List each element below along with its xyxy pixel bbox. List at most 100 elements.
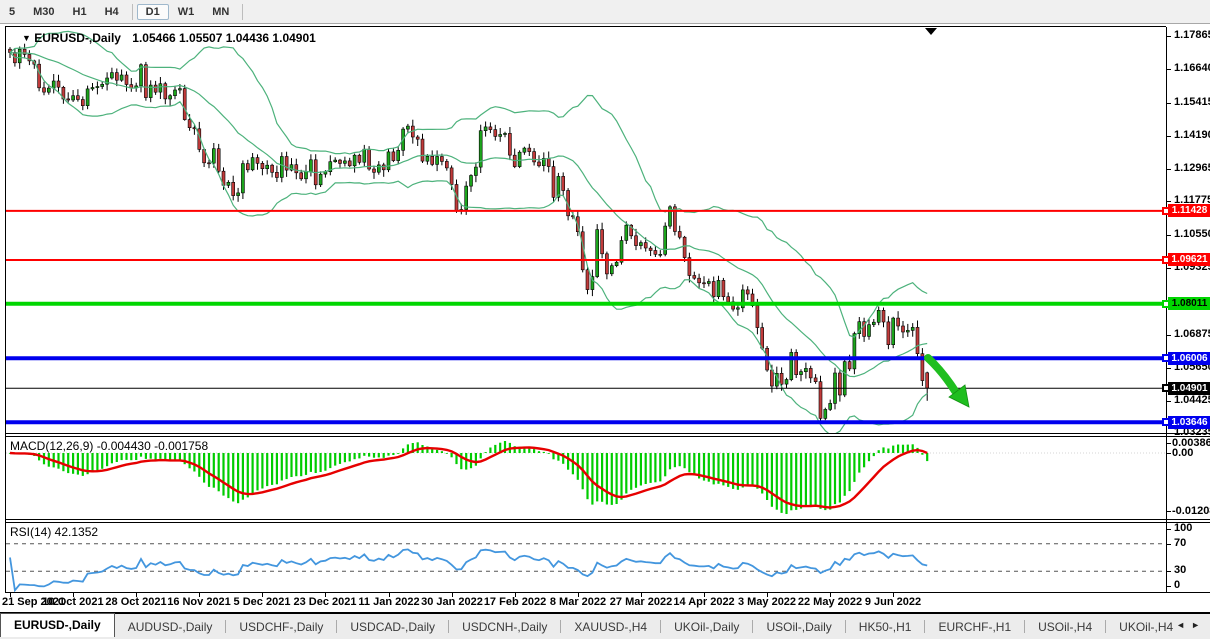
date-label: 28 Oct 2021 [105, 596, 166, 608]
macd-bar [674, 453, 676, 467]
chart-tab-usdcad-daily[interactable]: USDCAD-,Daily [337, 617, 448, 637]
candle-body [251, 158, 254, 170]
candle-body [208, 163, 211, 164]
timeframe-button-m30[interactable]: M30 [24, 4, 63, 20]
macd-bar [654, 453, 656, 482]
chart-tab-eurusd-daily[interactable]: EURUSD-,Daily [0, 613, 115, 637]
macd-bar [552, 453, 554, 459]
macd-bar [266, 453, 268, 486]
chart-tab-usoil-daily[interactable]: USOil-,Daily [753, 617, 844, 637]
candle-body [868, 325, 871, 337]
chart-tab-usdcnh-daily[interactable]: USDCNH-,Daily [449, 617, 560, 637]
candle-body [508, 133, 511, 155]
candle-body [373, 169, 376, 172]
macd-bar [819, 453, 821, 509]
macd-bar [858, 453, 860, 473]
macd-bar [742, 453, 744, 488]
chart-tab-audusd-daily[interactable]: AUDUSD-,Daily [115, 617, 226, 637]
symbol-dropdown-icon[interactable]: ▼ [22, 33, 31, 43]
candle-body [809, 368, 812, 378]
candle-body [406, 126, 409, 129]
toolbar-separator [132, 4, 133, 20]
tab-scroll-right-icon[interactable]: ► [1191, 620, 1206, 630]
chart-tab-eurchf-h1[interactable]: EURCHF-,H1 [925, 617, 1024, 637]
candle-body [86, 89, 89, 106]
price-tick-label: 1.11775 [1174, 194, 1210, 206]
chart-tab-usoil-h4[interactable]: USOil-,H4 [1025, 617, 1105, 637]
candle-body [120, 75, 123, 80]
macd-bar [630, 453, 632, 490]
chart-tab-ukoil-daily[interactable]: UKOil-,Daily [661, 617, 752, 637]
macd-bar [261, 453, 263, 489]
hline-price-tag: 1.04901 [1168, 382, 1210, 395]
candle-body [309, 160, 312, 172]
candle-body [770, 370, 773, 386]
price-tick-label: 1.17865 [1174, 29, 1210, 41]
candle-body [319, 174, 322, 185]
timeframe-button-mn[interactable]: MN [203, 4, 238, 20]
chart-tab-usdchf-daily[interactable]: USDCHF-,Daily [226, 617, 336, 637]
timeframe-button-h1[interactable]: H1 [64, 4, 96, 20]
macd-bar [635, 453, 637, 488]
candle-body [261, 163, 264, 168]
candle-body [746, 290, 749, 294]
splitter-macd-rsi[interactable] [5, 519, 1210, 520]
macd-bar [810, 453, 812, 506]
candle-body [620, 241, 623, 263]
chart-tab-xauusd-h4[interactable]: XAUUSD-,H4 [561, 617, 660, 637]
candle-body [450, 168, 453, 185]
rsi-axis-label: 100 [1174, 522, 1192, 534]
candle-body [38, 64, 41, 88]
macd-bar [747, 453, 749, 486]
candle-body [232, 182, 235, 195]
splitter-main-macd[interactable] [5, 433, 1210, 434]
candle-body [605, 254, 608, 274]
candle-body [353, 155, 356, 166]
chart-shift-icon[interactable] [925, 28, 937, 35]
price-axis-line [1166, 27, 1167, 592]
candle-body [212, 149, 215, 163]
candle-body [358, 155, 361, 162]
main-chart-canvas[interactable] [6, 27, 1166, 433]
candle-body [518, 152, 521, 166]
macd-bar [101, 453, 103, 469]
macd-bar [295, 453, 297, 476]
candle-body [780, 373, 783, 384]
macd-bar [310, 453, 312, 472]
candle-body [440, 157, 443, 162]
macd-bar [140, 453, 142, 457]
price-tick-label: 1.06875 [1174, 328, 1210, 340]
macd-bar [256, 453, 258, 490]
price-axis-tick [1167, 235, 1171, 236]
timeframe-button-w1[interactable]: W1 [169, 4, 204, 20]
macd-bar [756, 453, 758, 489]
candle-body [848, 362, 851, 369]
mt4-window: 5M30H1H4D1W1MN ▼ EURUSD-,Daily 1.05466 1… [0, 0, 1210, 639]
macd-bar [596, 453, 598, 501]
chart-tab-ukoil-h4[interactable]: UKOil-,H4 [1106, 617, 1186, 637]
chart-tab-hk50-h1[interactable]: HK50-,H1 [846, 617, 925, 637]
candle-body [305, 172, 308, 179]
candle-body [814, 378, 817, 382]
trend-arrow[interactable] [928, 358, 969, 407]
macd-axis-tick [1167, 511, 1171, 512]
macd-bar [135, 453, 137, 460]
hline-price-tag: 1.03646 [1168, 416, 1210, 429]
macd-bar [611, 453, 613, 505]
timeframe-button-h4[interactable]: H4 [96, 4, 128, 20]
macd-bar [451, 453, 453, 457]
price-axis-tick [1167, 368, 1171, 369]
rsi-panel-canvas[interactable] [6, 523, 1166, 592]
macd-bar [640, 453, 642, 486]
candle-body [717, 280, 720, 296]
macd-bar [252, 453, 254, 493]
tab-scroll-left-icon[interactable]: ◄ [1176, 620, 1191, 630]
macd-bar [368, 453, 370, 457]
date-label: 10 Oct 2021 [42, 596, 103, 608]
macd-bar [106, 453, 108, 466]
timeframe-button-5[interactable]: 5 [0, 4, 24, 20]
candle-body [712, 282, 715, 297]
macd-bar [179, 453, 181, 460]
timeframe-button-d1[interactable]: D1 [137, 4, 169, 20]
price-tick-label: 1.12965 [1174, 162, 1210, 174]
